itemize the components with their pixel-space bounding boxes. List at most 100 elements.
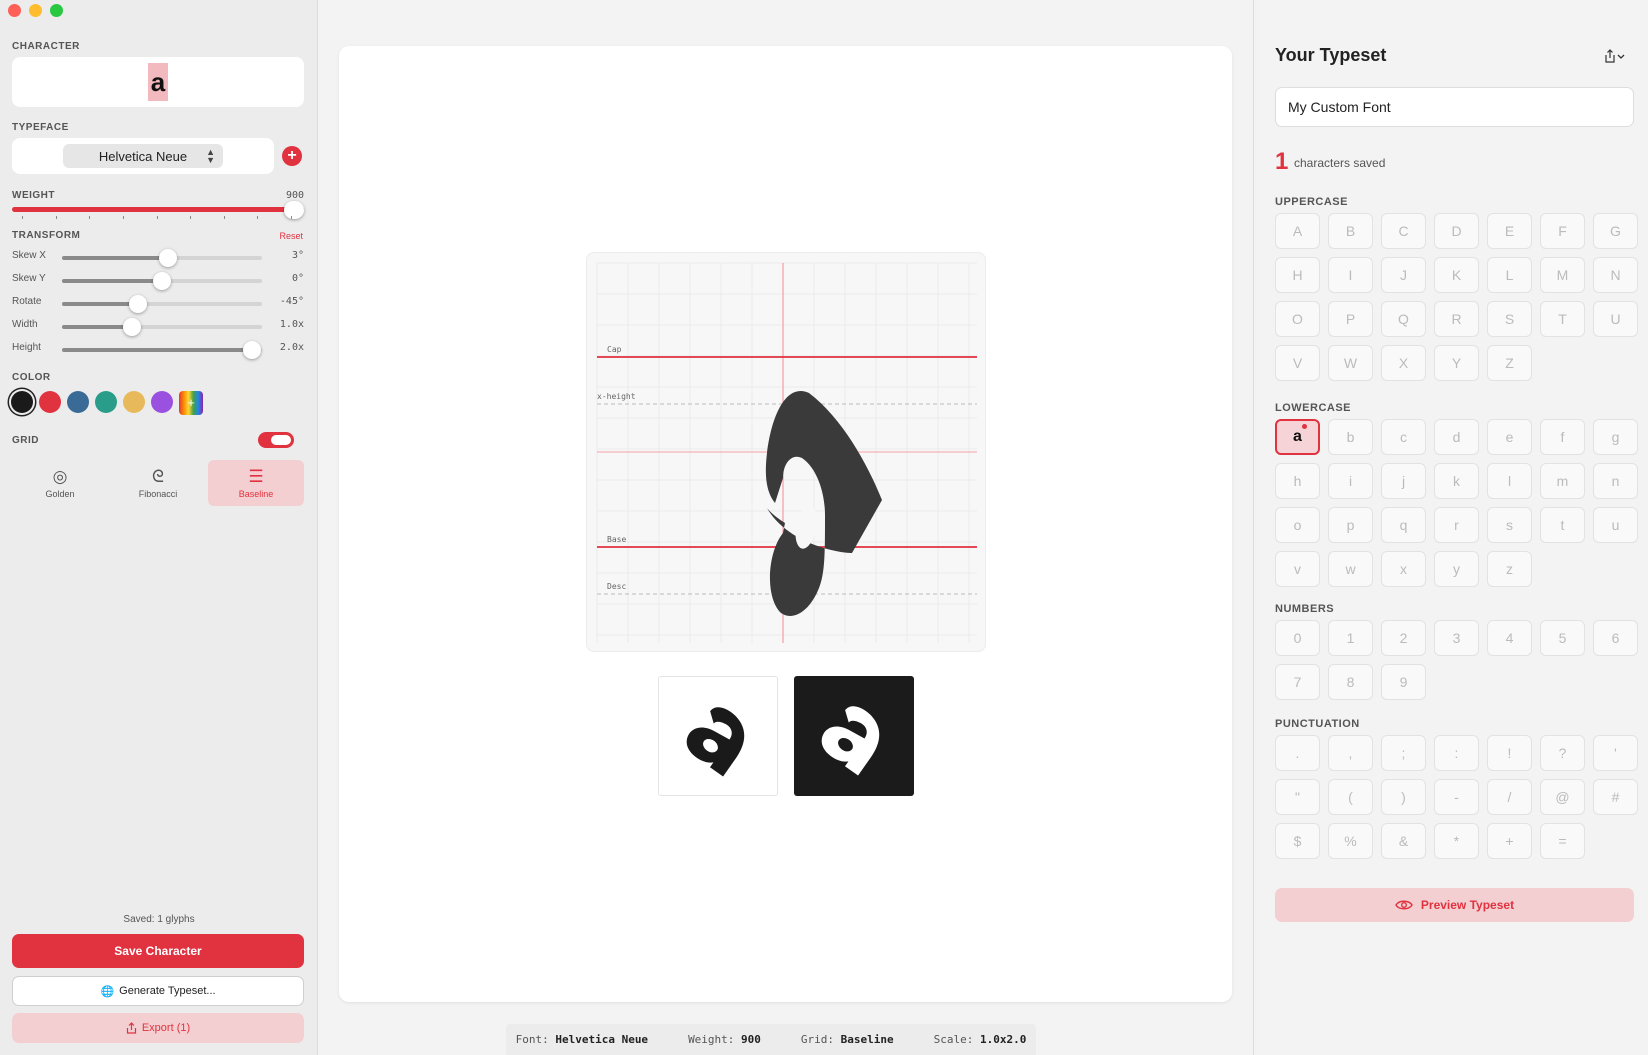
char-cell[interactable]: 3: [1434, 620, 1479, 656]
char-cell[interactable]: R: [1434, 301, 1479, 337]
custom-color-button[interactable]: +: [179, 391, 203, 415]
char-cell[interactable]: l: [1487, 463, 1532, 499]
char-cell[interactable]: 5: [1540, 620, 1585, 656]
slider-knob[interactable]: [243, 341, 261, 359]
char-cell[interactable]: d: [1434, 419, 1479, 455]
char-cell[interactable]: *: [1434, 823, 1479, 859]
char-cell[interactable]: j: [1381, 463, 1426, 499]
grid-option-baseline[interactable]: ☰ Baseline: [208, 460, 304, 506]
char-cell[interactable]: 9: [1381, 664, 1426, 700]
char-cell[interactable]: %: [1328, 823, 1373, 859]
char-cell[interactable]: b: [1328, 419, 1373, 455]
grid-option-golden[interactable]: ◎ Golden: [12, 460, 108, 506]
char-cell[interactable]: $: [1275, 823, 1320, 859]
char-cell[interactable]: k: [1434, 463, 1479, 499]
char-cell[interactable]: i: [1328, 463, 1373, 499]
color-swatch[interactable]: [123, 391, 145, 413]
char-cell[interactable]: x: [1381, 551, 1426, 587]
char-cell[interactable]: ;: [1381, 735, 1426, 771]
char-cell[interactable]: U: [1593, 301, 1638, 337]
grid-option-fibonacci[interactable]: ᘓ Fibonacci: [110, 460, 206, 506]
char-cell[interactable]: (: [1328, 779, 1373, 815]
char-cell[interactable]: n: [1593, 463, 1638, 499]
slider-knob[interactable]: [123, 318, 141, 336]
reset-transform-button[interactable]: Reset: [279, 231, 303, 241]
char-cell[interactable]: E: [1487, 213, 1532, 249]
char-cell[interactable]: T: [1540, 301, 1585, 337]
char-cell[interactable]: A: [1275, 213, 1320, 249]
character-input[interactable]: a: [12, 57, 304, 107]
color-swatch[interactable]: [95, 391, 117, 413]
char-cell[interactable]: ': [1593, 735, 1638, 771]
char-cell[interactable]: P: [1328, 301, 1373, 337]
slider-skew-y[interactable]: Skew Y 0°: [12, 270, 304, 290]
char-cell[interactable]: 4: [1487, 620, 1532, 656]
slider-knob[interactable]: [129, 295, 147, 313]
char-cell[interactable]: o: [1275, 507, 1320, 543]
grid-toggle[interactable]: [258, 432, 294, 448]
slider-width[interactable]: Width 1.0x: [12, 316, 304, 336]
char-cell[interactable]: g: [1593, 419, 1638, 455]
slider-skew-x[interactable]: Skew X 3°: [12, 247, 304, 267]
char-cell[interactable]: 8: [1328, 664, 1373, 700]
char-cell[interactable]: =: [1540, 823, 1585, 859]
save-character-button[interactable]: Save Character: [12, 934, 304, 968]
glyph-editor[interactable]: Cap x-height Base Desc: [586, 252, 986, 652]
char-cell[interactable]: !: [1487, 735, 1532, 771]
char-cell[interactable]: ?: [1540, 735, 1585, 771]
char-cell[interactable]: N: [1593, 257, 1638, 293]
color-swatch[interactable]: [11, 391, 33, 413]
char-cell[interactable]: q: [1381, 507, 1426, 543]
char-cell[interactable]: ,: [1328, 735, 1373, 771]
slider-knob[interactable]: [159, 249, 177, 267]
char-cell[interactable]: 1: [1328, 620, 1373, 656]
char-cell[interactable]: u: [1593, 507, 1638, 543]
char-cell[interactable]: I: [1328, 257, 1373, 293]
add-typeface-button[interactable]: +: [282, 146, 302, 166]
char-cell[interactable]: K: [1434, 257, 1479, 293]
char-cell[interactable]: -: [1434, 779, 1479, 815]
char-cell[interactable]: w: [1328, 551, 1373, 587]
typeset-name-input[interactable]: My Custom Font: [1275, 87, 1634, 127]
minimize-window-button[interactable]: [29, 4, 42, 17]
slider-rotate[interactable]: Rotate -45°: [12, 293, 304, 313]
char-cell[interactable]: 7: [1275, 664, 1320, 700]
close-window-button[interactable]: [8, 4, 21, 17]
char-cell[interactable]: F: [1540, 213, 1585, 249]
char-cell[interactable]: y: [1434, 551, 1479, 587]
preview-typeset-button[interactable]: Preview Typeset: [1275, 888, 1634, 922]
char-cell[interactable]: c: [1381, 419, 1426, 455]
char-cell[interactable]: S: [1487, 301, 1532, 337]
char-cell[interactable]: a: [1275, 419, 1320, 455]
share-menu-button[interactable]: [1604, 49, 1626, 66]
typeface-select[interactable]: Helvetica Neue ▲ ▼: [63, 144, 223, 168]
char-cell[interactable]: M: [1540, 257, 1585, 293]
char-cell[interactable]: W: [1328, 345, 1373, 381]
export-button[interactable]: Export (1): [12, 1013, 304, 1043]
char-cell[interactable]: D: [1434, 213, 1479, 249]
char-cell[interactable]: Y: [1434, 345, 1479, 381]
char-cell[interactable]: :: [1434, 735, 1479, 771]
char-cell[interactable]: m: [1540, 463, 1585, 499]
char-cell[interactable]: r: [1434, 507, 1479, 543]
slider-height[interactable]: Height 2.0x: [12, 339, 304, 359]
color-swatch[interactable]: [39, 391, 61, 413]
char-cell[interactable]: .: [1275, 735, 1320, 771]
char-cell[interactable]: p: [1328, 507, 1373, 543]
char-cell[interactable]: f: [1540, 419, 1585, 455]
color-swatch[interactable]: [67, 391, 89, 413]
char-cell[interactable]: z: [1487, 551, 1532, 587]
char-cell[interactable]: e: [1487, 419, 1532, 455]
char-cell[interactable]: #: [1593, 779, 1638, 815]
char-cell[interactable]: v: [1275, 551, 1320, 587]
char-cell[interactable]: L: [1487, 257, 1532, 293]
char-cell[interactable]: C: [1381, 213, 1426, 249]
char-cell[interactable]: 0: [1275, 620, 1320, 656]
char-cell[interactable]: J: [1381, 257, 1426, 293]
char-cell[interactable]: &: [1381, 823, 1426, 859]
generate-typeset-button[interactable]: 🌐 Generate Typeset...: [12, 976, 304, 1006]
char-cell[interactable]: Z: [1487, 345, 1532, 381]
char-cell[interactable]: Q: [1381, 301, 1426, 337]
char-cell[interactable]: 6: [1593, 620, 1638, 656]
char-cell[interactable]: /: [1487, 779, 1532, 815]
